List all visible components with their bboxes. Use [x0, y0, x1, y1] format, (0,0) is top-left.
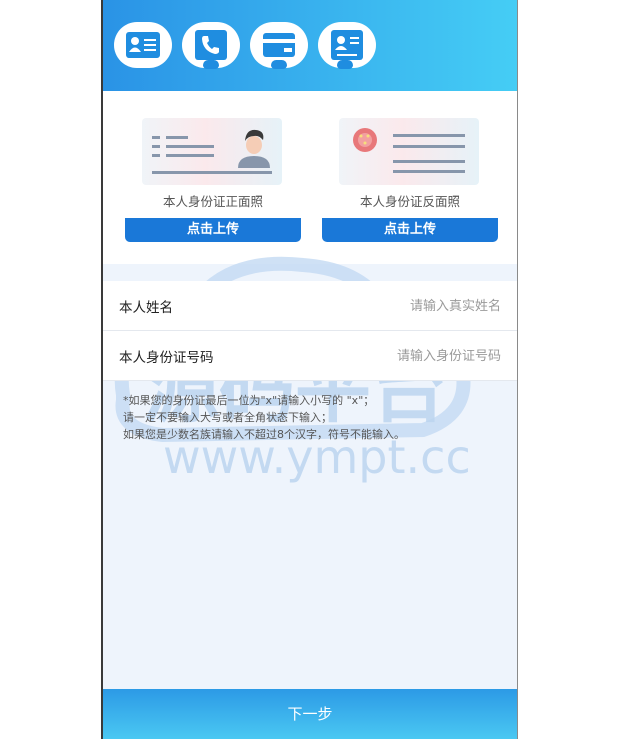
upload-back-button[interactable]: 点击上传	[322, 218, 498, 242]
name-input[interactable]	[299, 293, 503, 319]
id-front-caption: 本人身份证正面照	[162, 194, 263, 209]
phone-frame: 本人身份证正面照 点击上传 本人身份证反面照 点击上传 源码平台 www.ymp…	[101, 0, 518, 739]
note-line: *如果您的身份证最后一位为"x"请输入小写的 "x"；	[123, 394, 375, 407]
step-id-card[interactable]	[114, 22, 172, 68]
name-label: 本人姓名	[119, 300, 173, 316]
note-line: 如果您是少数名族请输入不超过8个汉字，符号不能输入。	[123, 428, 405, 441]
bank-card-icon	[263, 33, 295, 57]
id-photo-icon	[331, 30, 363, 60]
id-back-placeholder	[339, 118, 479, 185]
step-connector	[271, 60, 287, 69]
upload-section: 本人身份证正面照 点击上传 本人身份证反面照 点击上传	[103, 91, 517, 264]
input-notes: *如果您的身份证最后一位为"x"请输入小写的 "x"； 请一定不要输入大写或者全…	[123, 392, 405, 443]
note-line: 请一定不要输入大写或者全角状态下输入；	[123, 411, 332, 424]
step-connector	[203, 60, 219, 69]
next-step-button[interactable]: 下一步	[103, 689, 517, 739]
id-number-label: 本人身份证号码	[119, 350, 214, 366]
name-row: 本人姓名	[103, 281, 517, 331]
upload-front-button[interactable]: 点击上传	[125, 218, 301, 242]
id-number-row: 本人身份证号码	[103, 331, 517, 381]
progress-header	[103, 0, 517, 91]
id-card-icon	[126, 32, 160, 58]
id-back-caption: 本人身份证反面照	[359, 194, 460, 209]
phone-icon	[195, 30, 227, 60]
id-number-input[interactable]	[299, 343, 503, 369]
step-connector	[337, 60, 353, 69]
id-front-placeholder	[142, 118, 282, 185]
